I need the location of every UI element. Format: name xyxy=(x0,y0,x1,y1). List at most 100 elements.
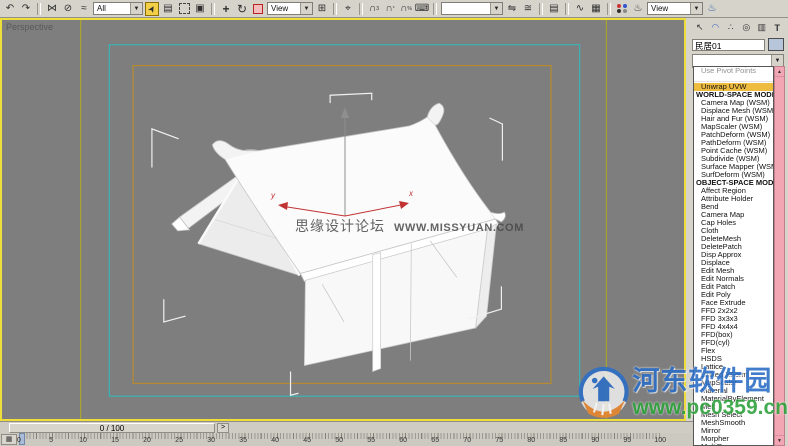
pc0359-site-name: 河东软件园 xyxy=(632,366,788,396)
select-and-rotate-icon[interactable]: ↻ xyxy=(235,2,249,16)
timeline-label: 10 xyxy=(78,437,88,444)
hierarchy-icon: ∴ xyxy=(728,22,734,33)
render-type-dropdown[interactable]: View ▼ xyxy=(647,2,703,15)
select-and-move-icon[interactable]: + xyxy=(219,2,233,16)
open-mini-curve-editor-button[interactable]: ▦ xyxy=(1,434,17,445)
modifier-list-item[interactable]: PathDeform (WSM) xyxy=(694,139,773,147)
select-and-link-icon[interactable]: ⋈ xyxy=(45,2,59,16)
gizmo-y-arrowhead xyxy=(278,202,288,210)
coord-system-value: View xyxy=(271,4,288,13)
gizmo-x-axis[interactable] xyxy=(345,204,406,216)
scroll-down-icon[interactable]: ▼ xyxy=(775,435,784,445)
transform-gizmo[interactable]: y x xyxy=(257,90,427,230)
tab-display[interactable]: ▥ xyxy=(754,20,770,35)
gizmo-y-axis[interactable] xyxy=(281,206,345,216)
modifier-list-item[interactable]: Face Extrude xyxy=(694,299,773,307)
modifier-list-item[interactable]: FFD 2x2x2 xyxy=(694,307,773,315)
modifier-list-item[interactable]: Morpher xyxy=(694,435,773,443)
select-object-button[interactable]: ➤ xyxy=(145,2,159,16)
toolbar-separator xyxy=(333,3,337,15)
undo-icon[interactable]: ↶ xyxy=(3,2,17,16)
scroll-up-icon[interactable]: ▲ xyxy=(775,67,784,77)
modifier-list-item[interactable]: SurfDeform (WSM) xyxy=(694,171,773,179)
toolbar-separator xyxy=(359,3,363,15)
modifier-list-item[interactable]: DeletePatch xyxy=(694,243,773,251)
reference-coordinate-dropdown[interactable]: View ▼ xyxy=(267,2,313,15)
timeline-label: 50 xyxy=(334,437,344,444)
modifier-list-item[interactable]: Subdivide (WSM) xyxy=(694,155,773,163)
unlink-selection-icon[interactable]: ⊘ xyxy=(61,2,75,16)
modifier-list-item[interactable]: Hair and Fur (WSM) xyxy=(694,115,773,123)
modifier-list-item[interactable]: FFD(box) xyxy=(694,331,773,339)
modifier-list-item[interactable]: FFD 3x3x3 xyxy=(694,315,773,323)
redo-icon[interactable]: ↷ xyxy=(19,2,33,16)
align-icon[interactable]: ≅ xyxy=(521,2,535,16)
time-slider-handle[interactable]: 0 / 100 xyxy=(9,423,215,433)
percent-snap-toggle-icon[interactable]: ∩% xyxy=(399,2,413,16)
curve-editor-icon[interactable]: ∿ xyxy=(573,2,587,16)
modifier-list-item[interactable]: Edit Normals xyxy=(694,275,773,283)
chevron-down-icon[interactable]: ▼ xyxy=(300,3,312,14)
modifier-list-item[interactable]: Disp Approx xyxy=(694,251,773,259)
quick-render-icon[interactable]: ♨ xyxy=(705,2,719,16)
modifier-list-item[interactable]: Attribute Holder xyxy=(694,195,773,203)
material-editor-icon[interactable] xyxy=(615,2,629,16)
modifier-list-item[interactable]: PatchDeform (WSM) xyxy=(694,131,773,139)
object-name-field[interactable]: 民居01 xyxy=(692,39,765,51)
use-pivot-point-center-icon[interactable]: ⊞ xyxy=(315,2,329,16)
modifier-list-item[interactable]: Bend xyxy=(694,203,773,211)
scale-square-icon xyxy=(253,4,263,14)
modifier-list-item[interactable]: DeleteMesh xyxy=(694,235,773,243)
modifier-list-item[interactable]: Edit Poly xyxy=(694,291,773,299)
rectangular-selection-region-icon[interactable] xyxy=(177,2,191,16)
tab-utilities[interactable]: T xyxy=(770,20,786,35)
window-crossing-icon[interactable]: ▣ xyxy=(193,2,207,16)
tab-modify[interactable]: ◠ xyxy=(708,20,724,35)
modifier-list-item[interactable]: Camera Map xyxy=(694,211,773,219)
modifier-list-item[interactable]: Displace Mesh (WSM) xyxy=(694,107,773,115)
angle-snap-toggle-icon[interactable]: ∩° xyxy=(383,2,397,16)
chevron-down-icon[interactable]: ▼ xyxy=(690,3,702,14)
next-frame-button[interactable]: > xyxy=(217,423,229,433)
modifier-list-item[interactable]: Cap Holes xyxy=(694,219,773,227)
select-and-manipulate-icon[interactable]: ⌖ xyxy=(341,2,355,16)
timeline-label: 5 xyxy=(46,437,56,444)
modifier-list-item[interactable]: Camera Map (WSM) xyxy=(694,99,773,107)
tab-create[interactable]: ↖ xyxy=(692,20,708,35)
chevron-down-icon[interactable]: ▼ xyxy=(130,3,142,14)
tab-hierarchy[interactable]: ∴ xyxy=(723,20,739,35)
modifier-list-item[interactable]: Surface Mapper (WSM) xyxy=(694,163,773,171)
render-setup-icon[interactable]: ♨ xyxy=(631,2,645,16)
selection-filter-dropdown[interactable]: All ▼ xyxy=(93,2,143,15)
modifier-list-item[interactable]: Cloth xyxy=(694,227,773,235)
tab-motion[interactable]: ◎ xyxy=(739,20,755,35)
schematic-view-icon[interactable]: ▦ xyxy=(589,2,603,16)
modifier-list-item[interactable]: Affect Region xyxy=(694,187,773,195)
modifier-list-item[interactable]: Displace xyxy=(694,259,773,267)
snap-3-mark: 3 xyxy=(376,2,379,16)
timeline-label: 15 xyxy=(110,437,120,444)
motion-icon: ◎ xyxy=(742,22,750,33)
modifier-list-item[interactable]: Point Cache (WSM) xyxy=(694,147,773,155)
modifier-list-item[interactable]: Unwrap UVW xyxy=(694,83,773,91)
object-color-swatch[interactable] xyxy=(768,38,784,51)
timeline-label: 70 xyxy=(462,437,472,444)
modifier-list-item[interactable]: Edit Patch xyxy=(694,283,773,291)
select-and-scale-icon[interactable] xyxy=(251,2,265,16)
modifier-list-item[interactable]: FFD(cyl) xyxy=(694,339,773,347)
select-by-name-icon[interactable]: ▤ xyxy=(161,2,175,16)
layer-manager-icon[interactable]: ▤ xyxy=(547,2,561,16)
toolbar-separator xyxy=(607,3,611,15)
track-bar-labels: 0510152025303540455055606570758085909510… xyxy=(14,437,666,444)
named-selection-sets-dropdown[interactable]: ▼ xyxy=(441,2,503,15)
viewport-label[interactable]: Perspective xyxy=(6,22,53,32)
bind-to-space-warp-icon[interactable]: ≈ xyxy=(77,2,91,16)
timeline-label: 60 xyxy=(398,437,408,444)
mirror-icon[interactable]: ⇋ xyxy=(505,2,519,16)
modifier-list-item[interactable]: MapScaler (WSM) xyxy=(694,123,773,131)
snap-toggle-3d-icon[interactable]: ∩3 xyxy=(367,2,381,16)
keyboard-shortcut-override-icon[interactable]: ⌨ xyxy=(415,2,429,16)
chevron-down-icon[interactable]: ▼ xyxy=(490,3,502,14)
modifier-list-item[interactable]: Edit Mesh xyxy=(694,267,773,275)
modifier-list-item[interactable]: FFD 4x4x4 xyxy=(694,323,773,331)
